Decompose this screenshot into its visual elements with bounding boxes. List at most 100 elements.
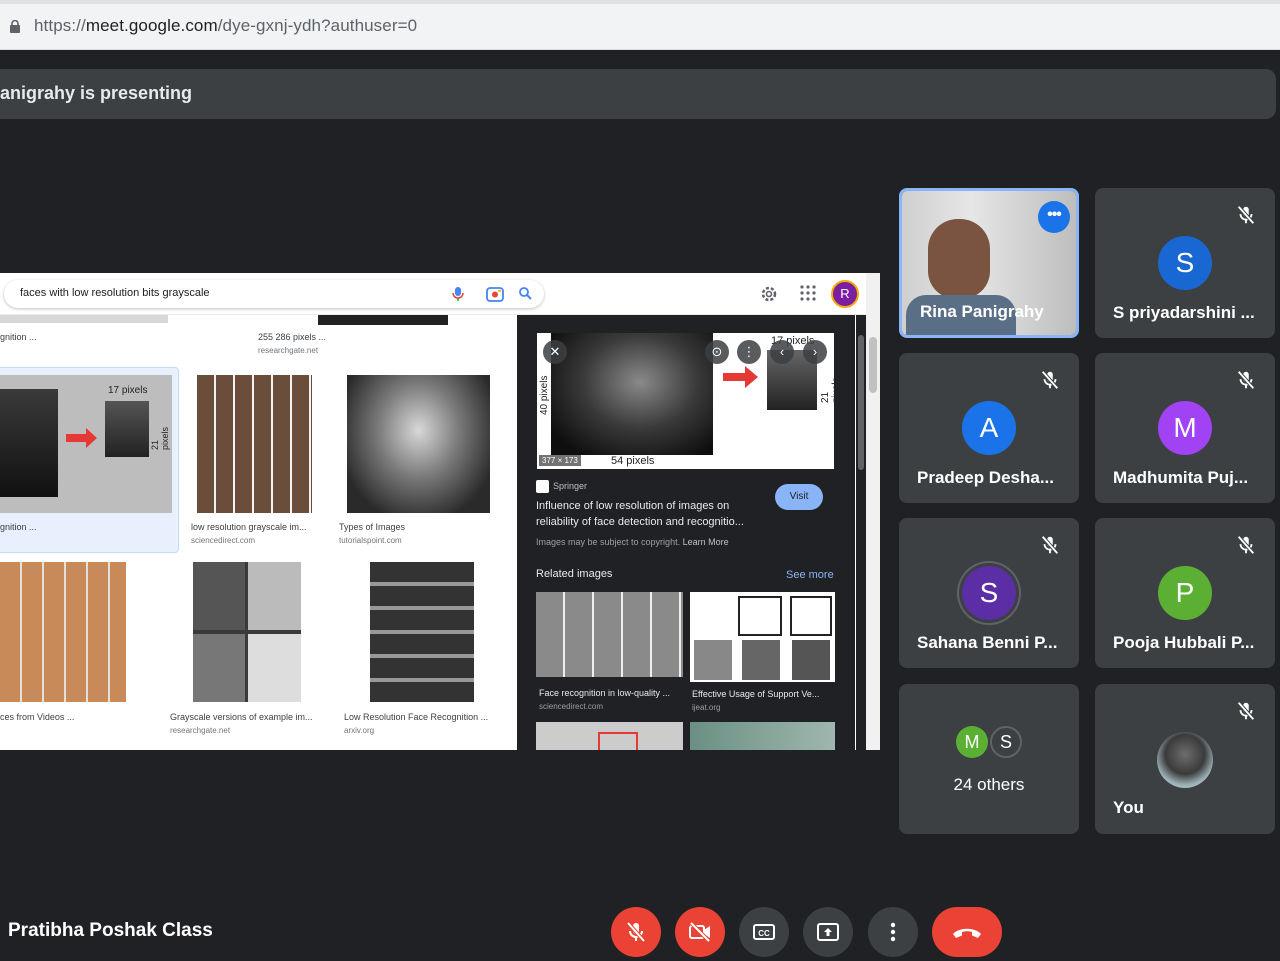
- result-thumb[interactable]: 17 pixels 21 pixels: [0, 375, 172, 513]
- face-image: [742, 640, 780, 680]
- image-results-grid: gnition ... 255 286 pixels ... researchg…: [0, 315, 517, 750]
- face-image: [193, 634, 245, 702]
- participant-name: S priyadarshini ...: [1113, 303, 1255, 322]
- result-caption[interactable]: gnition ...: [0, 522, 37, 532]
- related-thumb[interactable]: [536, 592, 683, 677]
- face-image: [792, 640, 830, 680]
- participant-tile-rina[interactable]: ••• Rina Panigrahy: [899, 188, 1079, 338]
- learn-more-link[interactable]: Learn More: [683, 537, 729, 547]
- self-tile[interactable]: You: [1095, 684, 1275, 834]
- camera-search-icon[interactable]: [486, 286, 504, 302]
- more-options-button[interactable]: [868, 907, 918, 957]
- mic-icon[interactable]: [451, 286, 465, 302]
- result-caption[interactable]: low resolution grayscale im...: [191, 522, 307, 532]
- avatar: S: [1158, 236, 1212, 290]
- participant-name: Pradeep Desha...: [917, 468, 1055, 487]
- related-thumb[interactable]: [690, 592, 835, 682]
- participant-tile[interactable]: M Madhumita Puj...: [1095, 353, 1275, 503]
- face-image: [248, 562, 301, 630]
- url-text[interactable]: https://meet.google.com/dye-gxnj-ydh?aut…: [34, 16, 417, 36]
- page-scrollbar[interactable]: [866, 273, 880, 750]
- result-source: researchgate.net: [258, 346, 319, 355]
- result-thumb[interactable]: [197, 375, 312, 513]
- figure-box: [738, 596, 782, 636]
- search-icon[interactable]: [518, 286, 532, 300]
- avatar: M: [1158, 401, 1212, 455]
- result-thumb[interactable]: [193, 562, 301, 702]
- see-more-link[interactable]: See more: [786, 569, 834, 581]
- result-thumb[interactable]: [347, 375, 490, 513]
- participant-name: Madhumita Puj...: [1113, 468, 1249, 487]
- mic-toggle-button[interactable]: [611, 907, 661, 957]
- arrow-icon: [723, 366, 758, 388]
- lock-icon: [10, 20, 20, 33]
- close-preview-icon[interactable]: ✕: [543, 340, 567, 364]
- camera-toggle-button[interactable]: [675, 907, 725, 957]
- phone-hangup-icon: [953, 928, 981, 938]
- participant-name: Rina Panigrahy: [920, 302, 1044, 321]
- result-caption[interactable]: gnition ...: [0, 332, 37, 342]
- participant-tile[interactable]: P Pooja Hubbali P...: [1095, 518, 1275, 668]
- result-thumb[interactable]: [0, 562, 126, 702]
- related-thumb[interactable]: [536, 722, 683, 750]
- image-preview-panel: 40 pixels 377 × 173 54 pixels 17 pixels …: [517, 315, 855, 750]
- participant-tile[interactable]: S S priyadarshini ...: [1095, 188, 1275, 338]
- copyright-text: Images may be subject to copyright.: [536, 537, 681, 547]
- related-source: ijeat.org: [692, 703, 721, 712]
- result-source: researchgate.net: [170, 726, 231, 735]
- preview-scrollbar[interactable]: [856, 315, 866, 750]
- result-caption[interactable]: Types of Images: [339, 522, 405, 532]
- profile-photo: [1157, 732, 1213, 788]
- springer-favicon: [536, 480, 549, 493]
- others-tile[interactable]: M S 24 others: [899, 684, 1079, 834]
- lens-search-icon[interactable]: ⊙: [705, 340, 729, 364]
- face-image: [193, 562, 245, 630]
- arrow-icon: [66, 428, 97, 448]
- face-image: [694, 640, 732, 680]
- next-icon[interactable]: ›: [803, 340, 827, 364]
- account-avatar[interactable]: R: [831, 280, 859, 308]
- more-options-icon[interactable]: •••: [1038, 201, 1070, 233]
- figure-box: [790, 596, 832, 636]
- result-caption[interactable]: ces from Videos ...: [0, 712, 74, 722]
- apps-grid-icon[interactable]: [800, 285, 816, 301]
- result-thumb[interactable]: [370, 562, 474, 702]
- camera-off-icon: [689, 921, 711, 943]
- preview-site[interactable]: Springer: [553, 481, 587, 491]
- preview-title-line1[interactable]: Influence of low resolution of images on: [536, 500, 729, 512]
- related-caption[interactable]: Face recognition in low-quality ...: [539, 688, 670, 698]
- search-box[interactable]: faces with low resolution bits grayscale: [4, 280, 544, 308]
- participant-tile[interactable]: A Pradeep Desha...: [899, 353, 1079, 503]
- large-face-image: [551, 333, 713, 455]
- page-scroll-thumb[interactable]: [869, 337, 877, 393]
- participant-tile[interactable]: S Sahana Benni P...: [899, 518, 1079, 668]
- result-caption[interactable]: 255 286 pixels ...: [258, 332, 326, 342]
- face-image: [0, 389, 58, 497]
- related-thumb[interactable]: [690, 722, 835, 750]
- result-source: sciencedirect.com: [191, 536, 256, 545]
- captions-button[interactable]: CC: [739, 907, 789, 957]
- svg-text:CC: CC: [758, 929, 770, 938]
- visit-button[interactable]: Visit: [775, 484, 823, 510]
- result-caption[interactable]: Low Resolution Face Recognition ...: [344, 712, 488, 722]
- meeting-name: Pratibha Poshak Class: [8, 920, 213, 941]
- result-thumb[interactable]: [318, 315, 448, 325]
- related-source: sciencedirect.com: [539, 702, 604, 711]
- result-caption[interactable]: Grayscale versions of example im...: [170, 712, 313, 722]
- preview-bottom-label: 54 pixels: [611, 455, 655, 467]
- mic-off-icon: [1041, 535, 1059, 555]
- present-button[interactable]: [803, 907, 853, 957]
- copyright-note: Images may be subject to copyright. Lear…: [536, 537, 729, 547]
- previous-icon[interactable]: ‹: [770, 340, 794, 364]
- related-images-label: Related images: [536, 568, 613, 580]
- related-caption[interactable]: Effective Usage of Support Ve...: [692, 689, 819, 699]
- others-count: 24 others: [953, 775, 1025, 794]
- preview-scroll-thumb[interactable]: [858, 335, 864, 470]
- result-thumb[interactable]: [0, 315, 168, 323]
- browser-address-bar[interactable]: https://meet.google.com/dye-gxnj-ydh?aut…: [0, 0, 1280, 50]
- more-options-icon[interactable]: ⋮: [737, 340, 761, 364]
- settings-gear-icon[interactable]: [760, 285, 778, 303]
- mic-off-icon: [1237, 535, 1255, 555]
- preview-title-line2[interactable]: reliability of face detection and recogn…: [536, 516, 744, 528]
- end-call-button[interactable]: [932, 907, 1002, 957]
